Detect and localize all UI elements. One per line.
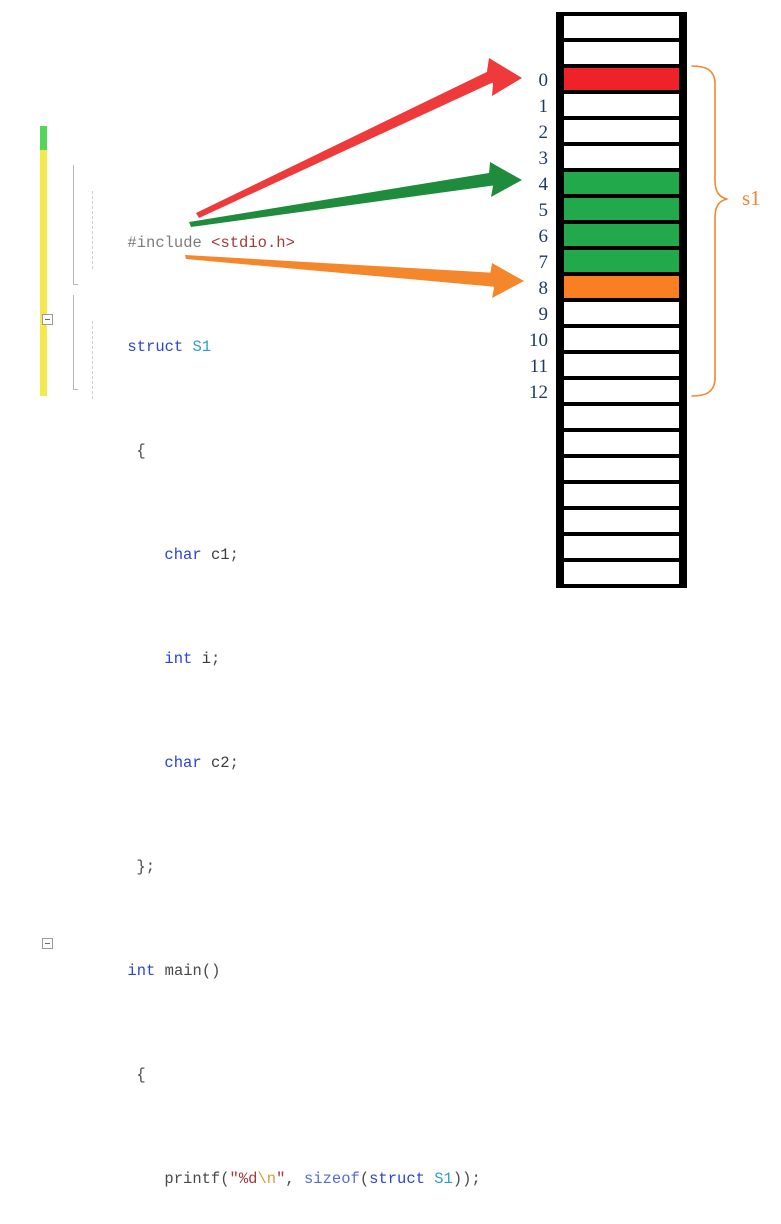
code-line-struct-close: }; <box>53 828 481 876</box>
memory-cell-2 <box>560 120 683 146</box>
token-brace-open-struct: { <box>136 442 146 460</box>
memory-index-label-11: 11 <box>529 356 548 377</box>
memory-cell-unlabeled-16 <box>560 432 683 458</box>
memory-cell-unlabeled-0 <box>560 12 683 42</box>
memory-index-label-8: 8 <box>538 278 549 299</box>
token-printf-paren-l: ( <box>220 1170 230 1188</box>
token-str-fmt: %d <box>238 1170 258 1188</box>
token-sizeof-paren-l: ( <box>359 1170 370 1188</box>
code-text: #include <stdio.h> struct S1 { char c1; … <box>42 126 481 1224</box>
token-semicolon-printf: ; <box>471 1170 481 1188</box>
memory-cell-11 <box>560 354 683 380</box>
memory-index-label-0: 0 <box>538 70 549 91</box>
memory-cell-unlabeled-1 <box>560 42 683 68</box>
token-kw-int-1: int <box>164 650 193 668</box>
memory-index-label-3: 3 <box>538 148 549 169</box>
token-str-close: " <box>276 1170 286 1188</box>
memory-cell-8 <box>560 276 683 302</box>
token-var-c1: c1 <box>210 546 230 564</box>
gutter-modified-segment <box>40 150 47 396</box>
token-include-directive: #include <box>127 234 202 252</box>
token-semicolon-i: ; <box>210 650 221 668</box>
memory-cell-unlabeled-18 <box>560 484 683 510</box>
memory-cell-unlabeled-19 <box>560 510 683 536</box>
fold-toggle-struct-icon[interactable] <box>42 314 53 325</box>
token-kw-struct-2: struct <box>369 1170 425 1188</box>
memory-cell-unlabeled-17 <box>560 458 683 484</box>
diagram-canvas: #include <stdio.h> struct S1 { char c1; … <box>0 0 781 1188</box>
token-struct-end: }; <box>136 858 156 876</box>
code-line-main-open: { <box>53 1036 481 1084</box>
token-var-c2: c2 <box>210 754 230 772</box>
token-type-s1-2: S1 <box>434 1170 453 1188</box>
token-semicolon-c2: ; <box>229 754 239 772</box>
memory-index-label-10: 10 <box>529 330 548 351</box>
code-line-member-i: int i; <box>53 620 481 668</box>
code-line-struct-open: { <box>53 412 481 460</box>
token-main-parens: () <box>201 962 221 980</box>
code-line-main-decl: int main() <box>42 932 481 980</box>
token-kw-sizeof: sizeof <box>304 1170 360 1188</box>
code-editor[interactable]: #include <stdio.h> struct S1 { char c1; … <box>40 126 481 1188</box>
brace-s1 <box>691 65 728 397</box>
memory-cell-unlabeled-21 <box>560 562 683 588</box>
token-brace-open-main: { <box>136 1066 146 1084</box>
memory-index-label-12: 12 <box>529 382 548 403</box>
code-line-struct-decl: struct S1 <box>42 308 481 356</box>
memory-cell-5 <box>560 198 683 224</box>
memory-index-label-4: 4 <box>538 174 549 195</box>
token-include-header: <stdio.h> <box>211 234 295 252</box>
memory-cell-1 <box>560 94 683 120</box>
token-var-i: i <box>201 650 211 668</box>
token-comma: , <box>285 1170 304 1188</box>
token-kw-char-2: char <box>164 754 202 772</box>
token-type-s1: S1 <box>192 338 212 356</box>
token-kw-struct: struct <box>127 338 184 356</box>
token-fn-printf: printf <box>164 1170 221 1188</box>
memory-cell-6 <box>560 224 683 250</box>
token-str-esc: \n <box>257 1170 277 1188</box>
memory-cell-12 <box>560 380 683 406</box>
change-gutter-bar <box>40 126 47 396</box>
code-line-printf: printf("%d\n", sizeof(struct S1)); <box>53 1140 480 1188</box>
memory-cell-0 <box>560 68 683 94</box>
memory-index-label-9: 9 <box>538 304 549 325</box>
token-kw-int-main: int <box>127 962 156 980</box>
memory-cell-7 <box>560 250 683 276</box>
memory-index-label-1: 1 <box>538 96 549 117</box>
memory-cell-unlabeled-20 <box>560 536 683 562</box>
memory-cell-4 <box>560 172 683 198</box>
gutter-saved-segment <box>40 126 47 150</box>
code-line-include: #include <stdio.h> <box>53 204 481 252</box>
memory-index-label-2: 2 <box>538 122 549 143</box>
token-str-open: " <box>229 1170 239 1188</box>
memory-grid <box>556 12 687 588</box>
memory-index-label-6: 6 <box>538 226 549 247</box>
memory-cell-unlabeled-15 <box>560 406 683 432</box>
code-line-member-c2: char c2; <box>53 724 481 772</box>
token-semicolon-c1: ; <box>229 546 239 564</box>
memory-index-label-7: 7 <box>538 252 549 273</box>
memory-cell-10 <box>560 328 683 354</box>
memory-cell-3 <box>560 146 683 172</box>
token-fn-main: main <box>164 962 202 980</box>
memory-index-label-5: 5 <box>538 200 549 221</box>
fold-toggle-main-icon[interactable] <box>42 938 53 949</box>
token-kw-char-1: char <box>164 546 202 564</box>
s1-label: s1 <box>742 186 761 210</box>
token-close-parens: )) <box>452 1170 472 1188</box>
code-line-member-c1: char c1; <box>53 516 481 564</box>
memory-cell-9 <box>560 302 683 328</box>
